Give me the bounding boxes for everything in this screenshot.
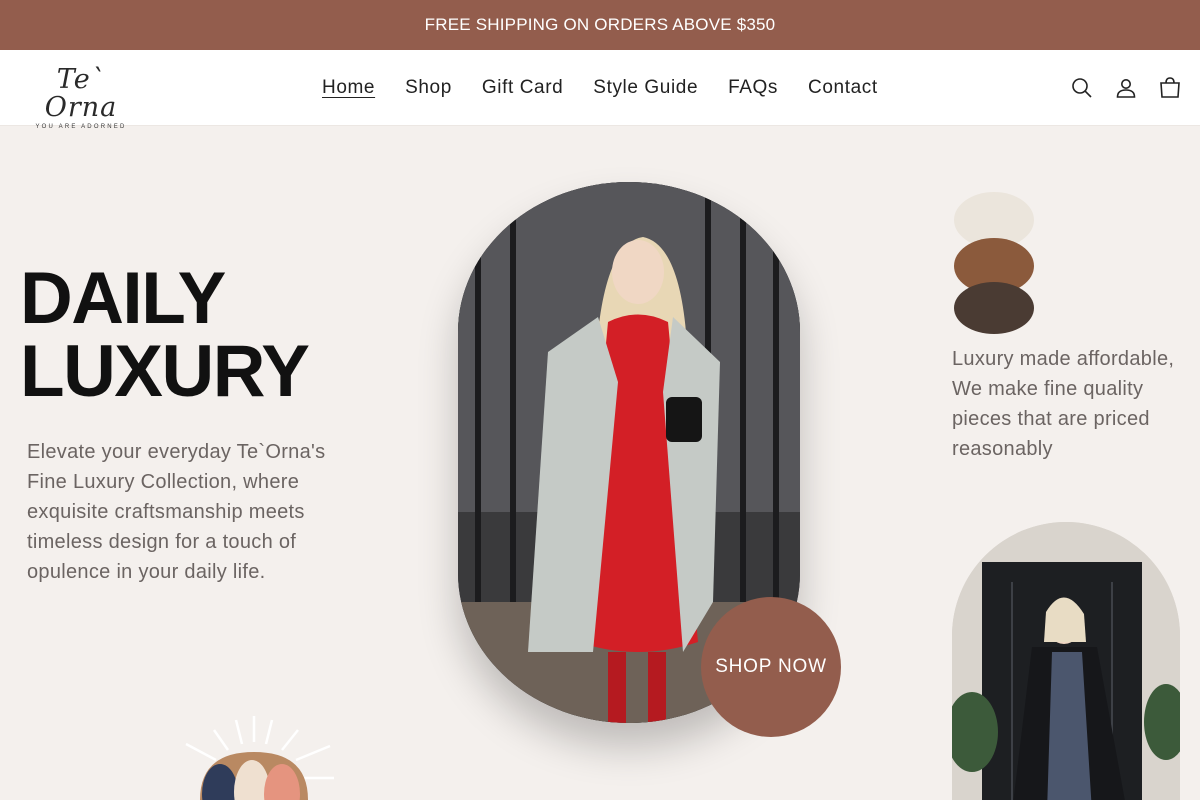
side-model-image (952, 522, 1180, 800)
logo-tagline: YOU ARE ADORNED (35, 124, 127, 130)
yarn-image (950, 190, 1040, 335)
nav-style-guide[interactable]: Style Guide (593, 77, 698, 99)
main-nav: Home Shop Gift Card Style Guide FAQs Con… (322, 50, 908, 126)
account-icon[interactable] (1113, 75, 1139, 101)
nav-contact[interactable]: Contact (808, 77, 878, 99)
shop-now-button[interactable]: SHOP NOW (701, 597, 841, 737)
nav-faqs[interactable]: FAQs (728, 77, 778, 99)
site-header: Te` Orna YOU ARE ADORNED Home Shop Gift … (0, 50, 1200, 131)
hero-description: Elevate your everyday Te`Orna's Fine Lux… (27, 441, 326, 583)
hero-title: DAILY LUXURY (20, 258, 310, 412)
cart-icon[interactable] (1157, 75, 1183, 101)
nav-home[interactable]: Home (322, 77, 375, 99)
search-icon[interactable] (1069, 75, 1095, 101)
logo-script: Te` Orna (44, 64, 118, 123)
brand-logo[interactable]: Te` Orna YOU ARE ADORNED (22, 66, 140, 131)
announcement-text: FREE SHIPPING ON ORDERS ABOVE $350 (424, 15, 776, 34)
hero-title-line2: LUXURY (20, 331, 310, 412)
nav-gift-card[interactable]: Gift Card (482, 77, 563, 99)
hero-title-line1: DAILY (20, 258, 226, 339)
basket-decoration-image (180, 712, 340, 800)
side-description: Luxury made affordable, We make fine qua… (952, 348, 1175, 460)
nav-shop[interactable]: Shop (405, 77, 452, 99)
announcement-bar: FREE SHIPPING ON ORDERS ABOVE $350 (0, 0, 1200, 50)
